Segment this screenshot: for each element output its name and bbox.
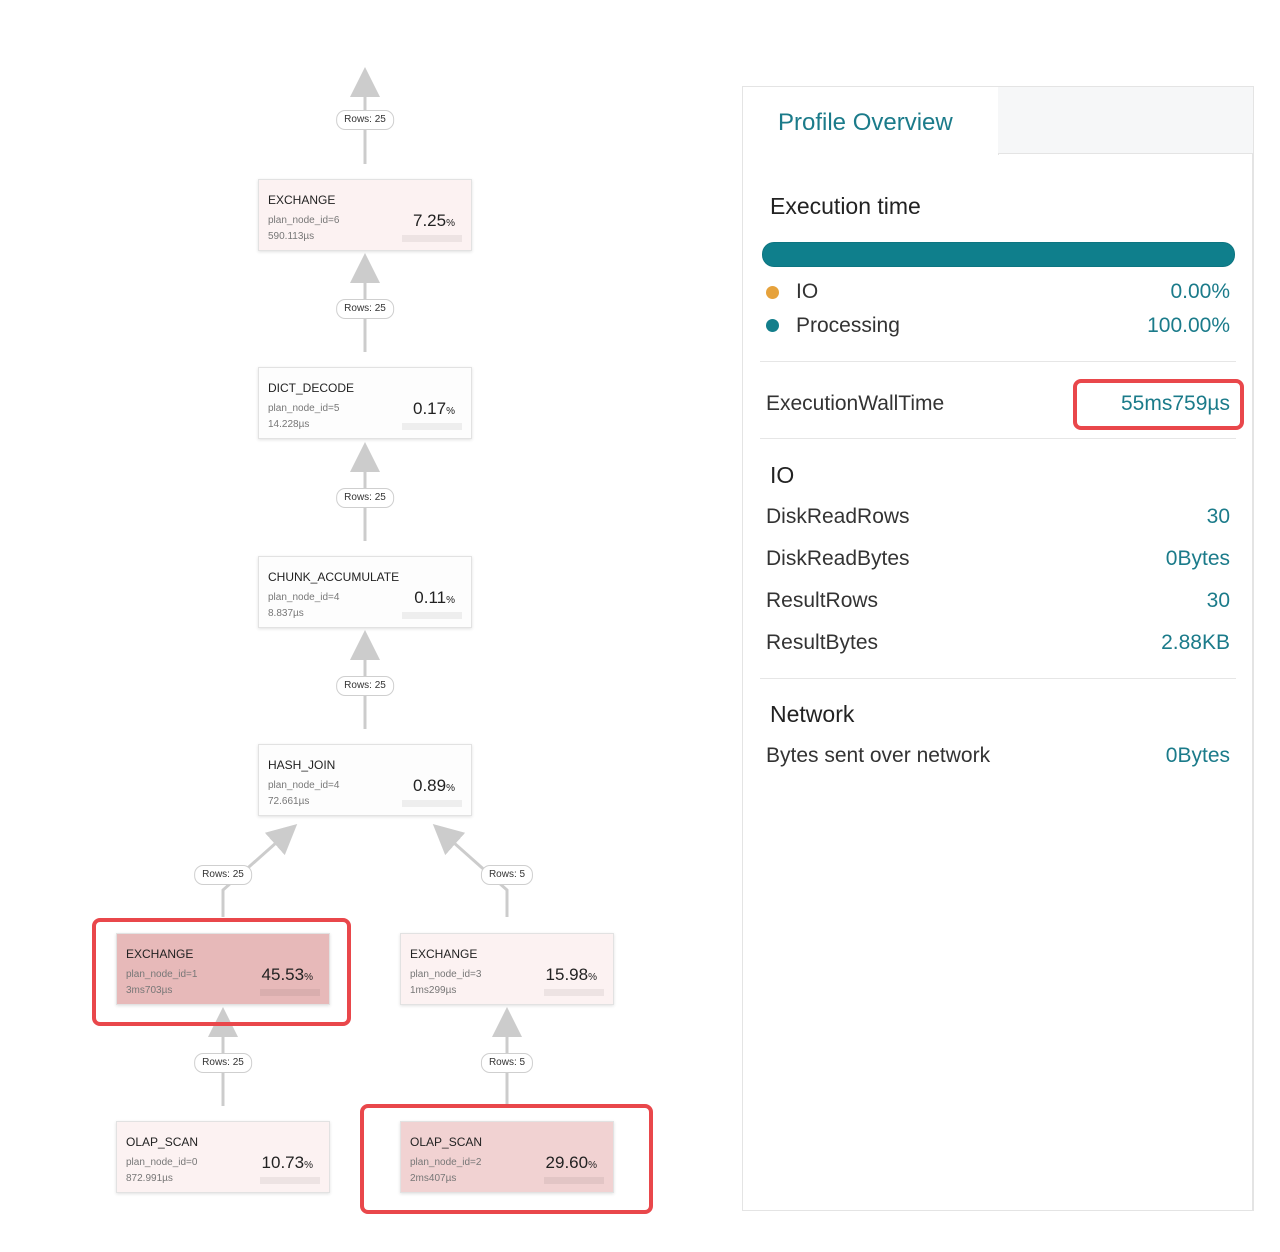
node-time: 872.991µs xyxy=(126,1173,173,1184)
node-percent-unit: % xyxy=(304,1160,313,1171)
node-name: HASH_JOIN xyxy=(268,758,336,772)
edge-label-rows: Rows: 25 xyxy=(336,488,394,508)
node-percent: 10.73% xyxy=(262,1153,313,1173)
node-percent-value: 0.11 xyxy=(414,588,447,607)
io-section-title: IO xyxy=(770,462,795,488)
result-rows-value: 30 xyxy=(1206,589,1230,612)
disk-read-bytes-label: DiskReadBytes xyxy=(766,547,910,570)
node-plan-id: plan_node_id=0 xyxy=(126,1157,198,1168)
node-name: CHUNK_ACCUMULATE xyxy=(268,570,400,584)
node-percent: 7.25% xyxy=(413,211,455,231)
node-time: 590.113µs xyxy=(268,231,315,242)
edge-label-rows: Rows: 25 xyxy=(194,1053,252,1073)
node-percent-value: 0.17 xyxy=(413,399,447,418)
node-percent-unit: % xyxy=(446,406,455,417)
io-legend-dot xyxy=(766,286,779,299)
node-name: EXCHANGE xyxy=(410,947,478,961)
plan-node-chunk-accumulate[interactable]: CHUNK_ACCUMULATE plan_node_id=4 8.837µs … xyxy=(258,556,472,628)
node-plan-id: plan_node_id=6 xyxy=(268,215,340,226)
node-percent-unit: % xyxy=(588,972,597,983)
node-time-bar xyxy=(402,800,462,807)
node-plan-id: plan_node_id=5 xyxy=(268,403,340,414)
profile-overview-panel: Profile Overview Execution time IO 0.00%… xyxy=(742,86,1254,1211)
node-percent-unit: % xyxy=(446,783,455,794)
result-rows-label: ResultRows xyxy=(766,589,879,612)
tab-empty[interactable] xyxy=(998,87,1253,154)
divider xyxy=(760,678,1236,679)
node-percent: 15.98% xyxy=(546,965,597,985)
node-time-bar xyxy=(544,989,604,996)
disk-read-rows-value: 30 xyxy=(1206,505,1230,528)
node-percent-unit: % xyxy=(446,595,455,606)
legend-io-label: IO xyxy=(796,280,819,303)
plan-node-olap-scan-0[interactable]: OLAP_SCAN plan_node_id=0 872.991µs 10.73… xyxy=(116,1121,330,1193)
node-time-bar xyxy=(260,1177,320,1184)
node-time: 72.661µs xyxy=(268,796,310,807)
divider xyxy=(760,361,1236,362)
node-plan-id: plan_node_id=4 xyxy=(268,780,340,791)
network-section-title: Network xyxy=(770,701,855,727)
node-percent: 0.11% xyxy=(414,588,455,608)
node-name: EXCHANGE xyxy=(268,193,336,207)
plan-node-hash-join[interactable]: HASH_JOIN plan_node_id=4 72.661µs 0.89% xyxy=(258,744,472,816)
legend-processing-value: 100.00% xyxy=(1147,314,1230,337)
node-plan-id: plan_node_id=4 xyxy=(268,592,340,603)
panel-tab-bar: Profile Overview xyxy=(743,87,1253,155)
query-plan-graph: Rows: 25 Rows: 25 Rows: 25 Rows: 25 Rows… xyxy=(0,0,700,1252)
node-percent-unit: % xyxy=(446,218,455,229)
node-percent-value: 15.98 xyxy=(545,965,589,984)
execution-time-bar xyxy=(762,242,1235,267)
legend-io-value: 0.00% xyxy=(1170,280,1230,303)
highlight-box xyxy=(92,918,351,1026)
node-name: OLAP_SCAN xyxy=(126,1135,199,1149)
tab-label: Profile Overview xyxy=(778,109,953,136)
plan-node-dict-decode[interactable]: DICT_DECODE plan_node_id=5 14.228µs 0.17… xyxy=(258,367,472,439)
node-time: 8.837µs xyxy=(268,608,304,619)
result-bytes-label: ResultBytes xyxy=(766,631,879,654)
node-percent: 0.89% xyxy=(413,776,455,796)
node-percent-value: 10.73 xyxy=(261,1153,305,1172)
node-time-bar xyxy=(402,235,462,242)
node-percent: 0.17% xyxy=(413,399,455,419)
execution-wall-time-label: ExecutionWallTime xyxy=(766,392,945,415)
processing-legend-dot xyxy=(766,319,779,332)
tab-profile-overview[interactable]: Profile Overview xyxy=(743,87,999,155)
node-name: DICT_DECODE xyxy=(268,381,355,395)
plan-node-exchange-6[interactable]: EXCHANGE plan_node_id=6 590.113µs 7.25% xyxy=(258,179,472,251)
result-bytes-value: 2.88KB xyxy=(1161,631,1230,654)
highlight-box xyxy=(1073,379,1244,430)
node-time: 14.228µs xyxy=(268,419,310,430)
edge-label-rows: Rows: 25 xyxy=(336,110,394,130)
divider xyxy=(760,438,1236,439)
edge-label-rows: Rows: 25 xyxy=(194,865,252,885)
bytes-sent-value: 0Bytes xyxy=(1165,744,1230,767)
legend-processing-label: Processing xyxy=(796,314,900,337)
edge-label-rows: Rows: 5 xyxy=(480,1053,534,1073)
bytes-sent-label: Bytes sent over network xyxy=(766,744,991,767)
disk-read-rows-label: DiskReadRows xyxy=(766,505,910,528)
node-time: 1ms299µs xyxy=(410,985,457,996)
plan-node-exchange-3[interactable]: EXCHANGE plan_node_id=3 1ms299µs 15.98% xyxy=(400,933,614,1005)
node-time-bar xyxy=(402,612,462,619)
highlight-box xyxy=(360,1104,653,1214)
node-percent-value: 0.89 xyxy=(413,776,447,795)
disk-read-bytes-value: 0Bytes xyxy=(1165,547,1230,570)
edge-label-rows: Rows: 5 xyxy=(480,865,534,885)
edge-label-rows: Rows: 25 xyxy=(336,299,394,319)
edge-label-rows: Rows: 25 xyxy=(336,676,394,696)
node-percent-value: 7.25 xyxy=(413,211,447,230)
node-plan-id: plan_node_id=3 xyxy=(410,969,482,980)
execution-time-title: Execution time xyxy=(770,193,921,219)
node-time-bar xyxy=(402,423,462,430)
